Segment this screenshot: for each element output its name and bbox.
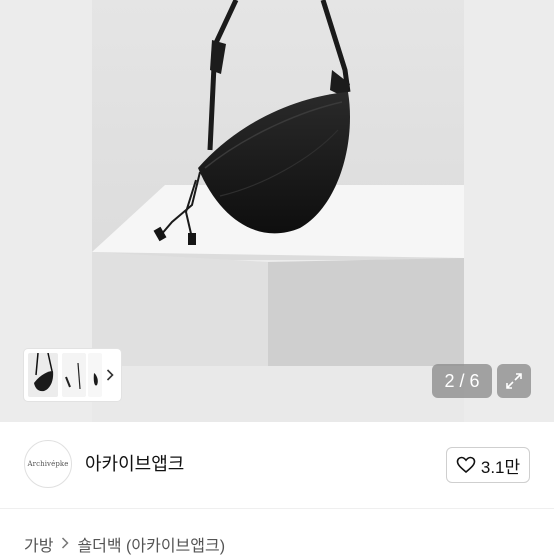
seller-name[interactable]: 아카이브앱크 <box>85 450 184 476</box>
divider <box>0 508 554 509</box>
thumbnail-image[interactable] <box>88 353 102 397</box>
thumbnail-strip[interactable] <box>24 349 121 401</box>
breadcrumb: 가방 숄더백 (아카이브앱크) <box>24 532 225 556</box>
chevron-right-icon <box>61 536 70 552</box>
like-count: 3.1만 <box>480 457 521 477</box>
image-counter: 2 / 6 <box>432 364 492 398</box>
like-button[interactable]: 3.1만 <box>446 447 530 483</box>
thumbnail-bag-graphic <box>93 373 98 386</box>
thumbnail-bag-graphic <box>65 362 81 390</box>
seller-avatar[interactable]: Archivépke <box>24 440 72 488</box>
expand-icon <box>506 373 522 389</box>
chevron-right-icon[interactable] <box>102 363 118 387</box>
avatar-logo-text: Archivépke <box>27 460 69 468</box>
breadcrumb-item-subcategory[interactable]: 숄더백 (아카이브앱크) <box>77 532 225 556</box>
seller-row: Archivépke 아카이브앱크 3.1만 <box>0 422 554 508</box>
breadcrumb-item-category[interactable]: 가방 <box>24 532 53 556</box>
product-image-gallery[interactable]: 2 / 6 <box>0 0 554 422</box>
heart-outline-icon <box>456 456 476 474</box>
thumbnail-image[interactable] <box>62 353 86 397</box>
thumbnail-bag-graphic <box>34 353 54 392</box>
expand-button[interactable] <box>497 364 531 398</box>
thumbnail-image[interactable] <box>28 353 58 397</box>
